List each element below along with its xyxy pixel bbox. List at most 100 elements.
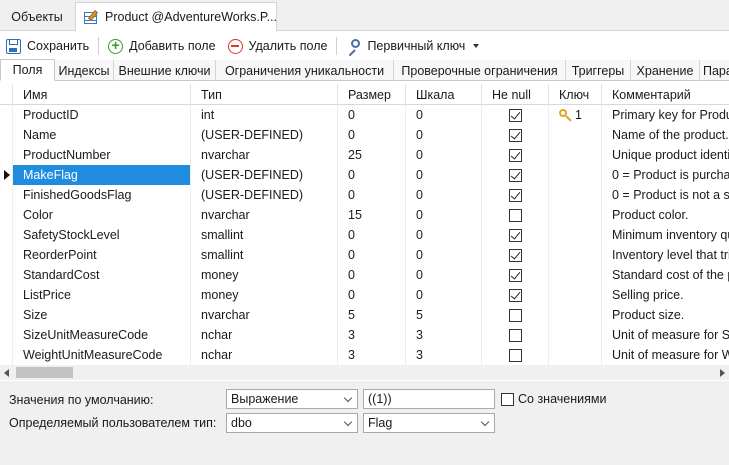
cell-scale[interactable]: 0 [406,265,482,285]
cell-not-null[interactable] [482,305,549,325]
cell-not-null[interactable] [482,285,549,305]
cell-comment[interactable]: 0 = Product is purchase [602,165,729,185]
cell-type[interactable]: smallint [191,245,338,265]
cell-type[interactable]: nchar [191,325,338,345]
cell-name[interactable]: StandardCost [13,265,191,285]
row-header[interactable] [0,145,13,165]
cell-key[interactable] [549,285,602,305]
not-null-checkbox[interactable] [508,308,522,322]
cell-comment[interactable]: Product size. [602,305,729,325]
cell-key[interactable] [549,245,602,265]
cell-comment[interactable]: Product color. [602,205,729,225]
cell-size[interactable]: 5 [338,305,406,325]
cell-type[interactable]: nvarchar [191,205,338,225]
cell-type[interactable]: (USER-DEFINED) [191,125,338,145]
not-null-checkbox[interactable] [508,268,522,282]
table-row[interactable]: MakeFlag (USER-DEFINED) 0 0 0 = Product is p… [0,165,729,185]
column-header-scale[interactable]: Шкала [406,84,482,105]
cell-comment[interactable]: Selling price. [602,285,729,305]
cell-name[interactable]: Name [13,125,191,145]
cell-name[interactable]: ProductNumber [13,145,191,165]
cell-not-null[interactable] [482,205,549,225]
tab-objects[interactable]: Объекты [0,2,74,31]
table-row[interactable]: ReorderPoint smallint 0 0 Inventory level th… [0,245,729,265]
cell-key[interactable] [549,325,602,345]
column-header-not-null[interactable]: Не null [482,84,549,105]
cell-type[interactable]: nvarchar [191,145,338,165]
cell-comment[interactable]: Primary key for Product [602,105,729,125]
row-header[interactable] [0,105,13,125]
column-header-type[interactable]: Тип [191,84,338,105]
cell-key[interactable] [549,265,602,285]
cell-name[interactable]: Size [13,305,191,325]
cell-type[interactable]: nchar [191,345,338,365]
tab-product-table[interactable]: Product @AdventureWorks.P... [75,2,277,32]
primary-key-button[interactable]: Первичный ключ [340,34,485,58]
cell-key[interactable] [549,145,602,165]
table-row[interactable]: ProductNumber nvarchar 25 0 Unique product i… [0,145,729,165]
row-header[interactable] [0,225,13,245]
cell-type[interactable]: money [191,265,338,285]
tab-fields[interactable]: Поля [0,59,55,81]
cell-scale[interactable]: 0 [406,225,482,245]
table-row[interactable]: ListPrice money 0 0 Selling price. [0,285,729,305]
tab-parameters[interactable]: Пара [700,60,729,81]
cell-comment[interactable]: Unique product identif [602,145,729,165]
not-null-checkbox[interactable] [508,128,522,142]
tab-triggers[interactable]: Триггеры [566,60,631,81]
dropdown-caret-icon[interactable] [473,44,480,48]
table-row[interactable]: FinishedGoodsFlag (USER-DEFINED) 0 0 0 = Pro… [0,185,729,205]
cell-not-null[interactable] [482,185,549,205]
cell-scale[interactable]: 0 [406,165,482,185]
column-header-size[interactable]: Размер [338,84,406,105]
cell-not-null[interactable] [482,245,549,265]
udt-name-select[interactable]: Flag [363,413,495,433]
cell-size[interactable]: 0 [338,245,406,265]
scroll-right-icon[interactable] [720,369,725,377]
cell-type[interactable]: (USER-DEFINED) [191,165,338,185]
scroll-left-icon[interactable] [4,369,9,377]
row-header[interactable] [0,185,13,205]
cell-size[interactable]: 3 [338,345,406,365]
add-field-button[interactable]: + Добавить поле [102,34,221,58]
cell-key[interactable] [549,185,602,205]
not-null-checkbox[interactable] [508,348,522,362]
cell-type[interactable]: nvarchar [191,305,338,325]
save-button[interactable]: Сохранить [0,34,95,58]
cell-key[interactable] [549,205,602,225]
cell-scale[interactable]: 0 [406,205,482,225]
not-null-checkbox[interactable] [508,288,522,302]
cell-name[interactable]: FinishedGoodsFlag [13,185,191,205]
column-header-key[interactable]: Ключ [549,84,602,105]
cell-comment[interactable]: Name of the product. [602,125,729,145]
cell-size[interactable]: 0 [338,105,406,125]
cell-name[interactable]: SafetyStockLevel [13,225,191,245]
cell-name[interactable]: MakeFlag [13,165,191,185]
not-null-checkbox[interactable] [508,228,522,242]
cell-name[interactable]: SizeUnitMeasureCode [13,325,191,345]
not-null-checkbox[interactable] [508,208,522,222]
tab-storage[interactable]: Хранение [631,60,700,81]
cell-size[interactable]: 0 [338,165,406,185]
not-null-checkbox[interactable] [508,108,522,122]
tab-check-constraints[interactable]: Проверочные ограничения [394,60,566,81]
cell-not-null[interactable] [482,345,549,365]
cell-size[interactable]: 3 [338,325,406,345]
cell-key[interactable] [549,125,602,145]
row-header[interactable] [0,165,13,185]
row-header[interactable] [0,205,13,225]
not-null-checkbox[interactable] [508,248,522,262]
table-row[interactable]: Size nvarchar 5 5 Product size. [0,305,729,325]
cell-type[interactable]: (USER-DEFINED) [191,185,338,205]
cell-not-null[interactable] [482,145,549,165]
with-values-check-box[interactable] [501,392,514,406]
table-row[interactable]: Name (USER-DEFINED) 0 0 Name of the product. [0,125,729,145]
cell-name[interactable]: ListPrice [13,285,191,305]
not-null-checkbox[interactable] [508,148,522,162]
cell-size[interactable]: 0 [338,125,406,145]
cell-scale[interactable]: 0 [406,105,482,125]
row-header[interactable] [0,345,13,365]
table-row[interactable]: SafetyStockLevel smallint 0 0 Minimum invent… [0,225,729,245]
with-values-checkbox[interactable]: Со значениями [501,392,606,406]
cell-not-null[interactable] [482,165,549,185]
